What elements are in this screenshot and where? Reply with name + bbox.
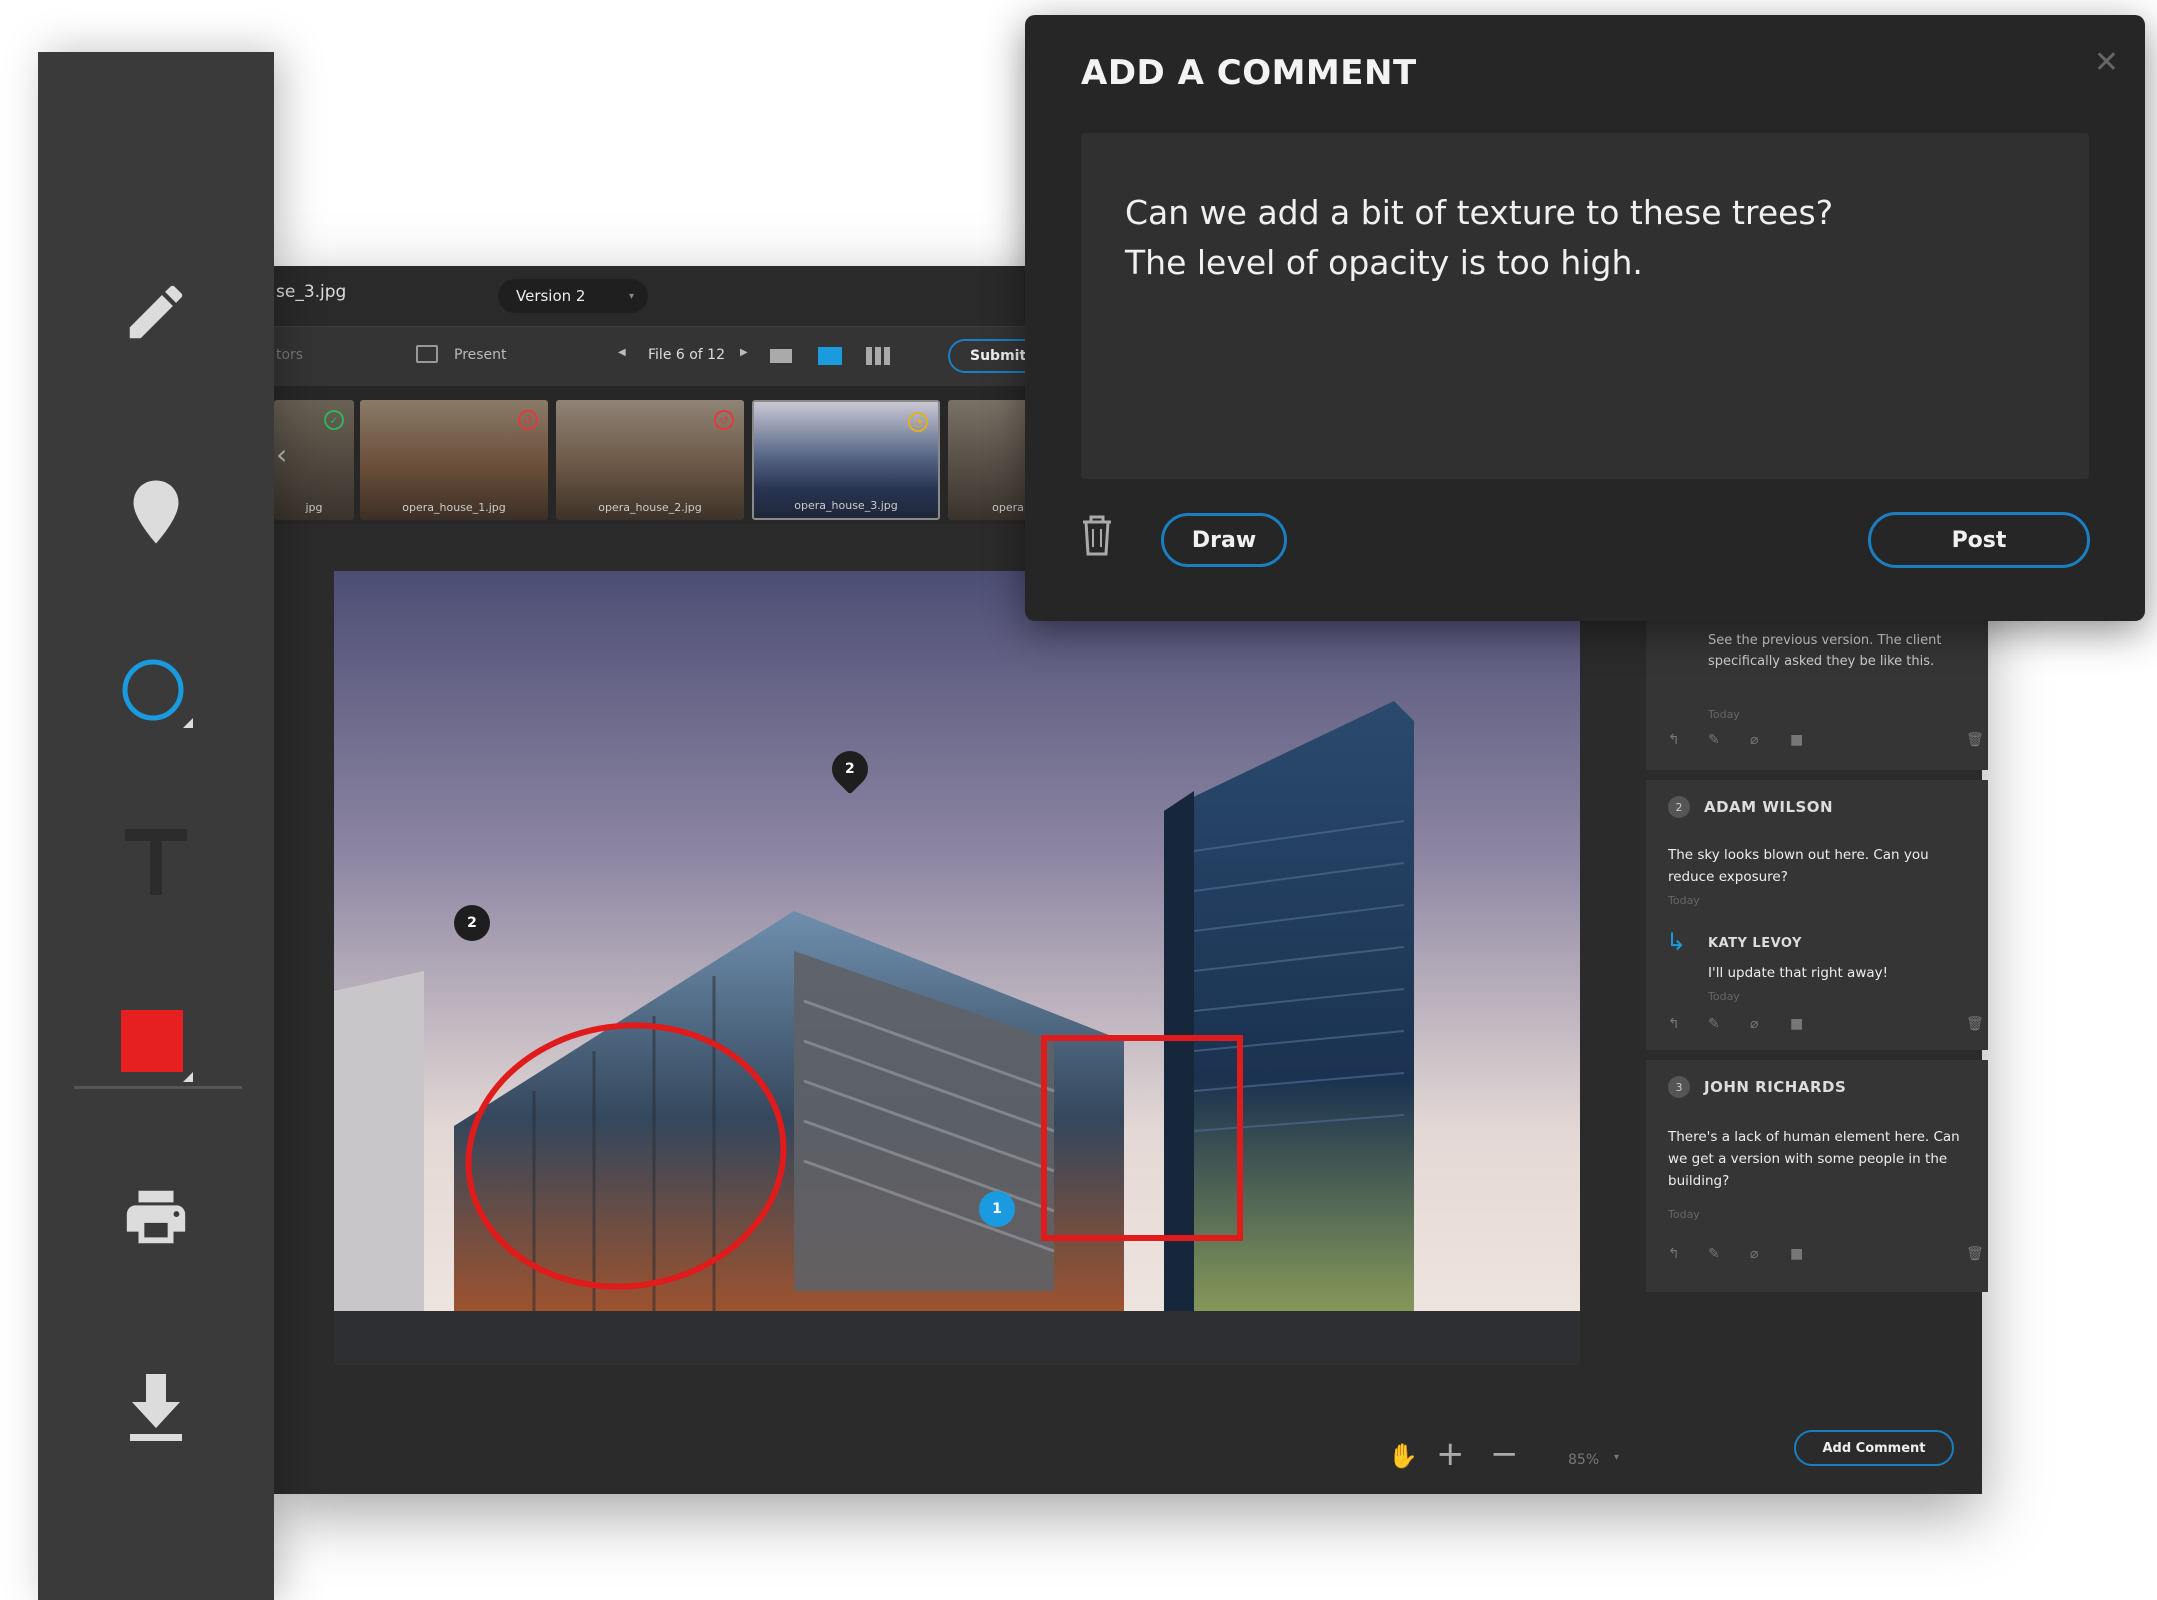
print-icon[interactable]	[38, 1172, 274, 1262]
comment-pin[interactable]: 2	[454, 905, 490, 941]
thumbnail[interactable]: ↺ opera_house_1.jpg	[360, 400, 548, 520]
reply-icon[interactable]: ↰	[1668, 732, 1680, 748]
zoom-in-icon[interactable]: +	[1436, 1434, 1465, 1474]
reply-author: KATY LEVOY	[1708, 936, 1802, 951]
hand-tool-icon[interactable]: ✋	[1388, 1442, 1418, 1470]
comment-text-line-2: The level of opacity is too high.	[1125, 243, 1643, 282]
comment-actions: ↰ ✎ ⌀ ■ 🗑	[1668, 1246, 1984, 1266]
comment-text: There's a lack of human element here. Ca…	[1668, 1129, 1960, 1189]
thumbnail-selected[interactable]: ◔ opera_house_3.jpg	[752, 400, 940, 520]
reply-icon[interactable]: ↰	[1668, 1246, 1680, 1262]
image-icon[interactable]: ■	[1790, 732, 1803, 748]
comment-card: 2 ADAM WILSON The sky looks blown out he…	[1646, 780, 1988, 1050]
map-pin-icon[interactable]	[38, 472, 274, 552]
dialog-title: ADD A COMMENT	[1081, 53, 1417, 93]
comment-text: See the previous version. The client spe…	[1708, 633, 1942, 669]
comment-actions: ↰ ✎ ⌀ ■ 🗑	[1668, 1016, 1984, 1036]
reply-arrow-icon: ↳	[1666, 928, 1687, 956]
chevron-down-icon[interactable]: ▾	[1614, 1452, 1619, 1463]
attach-icon[interactable]: ⌀	[1750, 732, 1758, 748]
comment-number: 3	[1668, 1076, 1690, 1098]
edit-icon[interactable]: ✎	[1708, 732, 1720, 748]
rejected-icon: ↺	[714, 410, 734, 430]
comment-author: ADAM WILSON	[1704, 798, 1834, 816]
present-icon[interactable]	[416, 345, 438, 363]
download-icon[interactable]	[38, 1362, 274, 1452]
submit-label: Submit	[970, 348, 1027, 364]
grid-view-icon[interactable]	[866, 347, 890, 365]
next-file-icon[interactable]: ▶	[740, 347, 748, 358]
pencil-icon[interactable]	[38, 272, 274, 352]
delete-icon[interactable]: 🗑	[1966, 732, 1984, 748]
annotation-toolbar	[38, 52, 274, 1600]
comment-number: 2	[1668, 796, 1690, 818]
comment-card: 3 JOHN RICHARDS There's a lack of human …	[1646, 1060, 1988, 1292]
post-button[interactable]: Post	[1868, 512, 2090, 568]
text-icon[interactable]	[38, 822, 274, 902]
thumbnail[interactable]: ↺ opera_house_2.jpg	[556, 400, 744, 520]
add-comment-dialog: ADD A COMMENT ✕ Can we add a bit of text…	[1025, 15, 2145, 621]
rejected-icon: ↺	[518, 410, 538, 430]
trash-icon[interactable]	[1077, 512, 1117, 562]
version-label: Version 2	[516, 287, 586, 305]
edit-icon[interactable]: ✎	[1708, 1016, 1720, 1032]
circle-icon[interactable]	[38, 648, 274, 738]
draw-button[interactable]: Draw	[1161, 513, 1287, 567]
draw-label: Draw	[1191, 527, 1257, 553]
zoom-level[interactable]: 85%	[1568, 1452, 1599, 1468]
reply-time: Today	[1708, 990, 1740, 1003]
comment-time: Today	[1668, 1208, 1700, 1221]
review-image[interactable]: 2 2 1	[334, 571, 1580, 1365]
nav-left-label[interactable]: tors	[276, 347, 303, 363]
attach-icon[interactable]: ⌀	[1750, 1016, 1758, 1032]
delete-icon[interactable]: 🗑	[1966, 1246, 1984, 1262]
present-button[interactable]: Present	[454, 347, 507, 363]
version-select[interactable]: Version 2 ▾	[498, 279, 648, 313]
delete-icon[interactable]: 🗑	[1966, 1016, 1984, 1032]
comment-time: Today	[1708, 708, 1740, 721]
toolbar-divider	[74, 1086, 242, 1089]
filmstrip-view-icon[interactable]	[818, 347, 842, 365]
image-icon[interactable]: ■	[1790, 1246, 1803, 1262]
reply-icon[interactable]: ↰	[1668, 1016, 1680, 1032]
attach-icon[interactable]: ⌀	[1750, 1246, 1758, 1262]
comment-textarea[interactable]: Can we add a bit of texture to these tre…	[1081, 133, 2089, 479]
chevron-down-icon: ▾	[628, 290, 634, 302]
edit-icon[interactable]: ✎	[1708, 1246, 1720, 1262]
thumbnail-caption: opera_house_2.jpg	[598, 501, 702, 514]
post-label: Post	[1951, 527, 2007, 553]
comment-pin-active[interactable]: 1	[979, 1191, 1015, 1227]
pin-number: 2	[845, 761, 855, 777]
comment-text: The sky looks blown out here. Can you re…	[1668, 847, 1929, 885]
thumbnail-caption: opera_house_3.jpg	[794, 499, 898, 512]
color-swatch[interactable]	[38, 1002, 274, 1092]
comment-actions: ↰ ✎ ⌀ ■ 🗑	[1668, 732, 1984, 752]
thumbnail-caption: opera_house_1.jpg	[402, 501, 506, 514]
add-comment-label: Add Comment	[1822, 1440, 1926, 1456]
comment-time: Today	[1668, 894, 1700, 907]
pending-icon: ◔	[908, 412, 928, 432]
approved-icon: ✓	[324, 410, 344, 430]
reply-text: I'll update that right away!	[1708, 965, 1889, 981]
add-comment-button[interactable]: Add Comment	[1794, 1430, 1954, 1466]
file-counter: File 6 of 12	[648, 347, 725, 363]
zoom-out-icon[interactable]: −	[1490, 1434, 1519, 1474]
file-name: se_3.jpg	[276, 282, 347, 302]
chevron-left-icon[interactable]: ‹	[276, 438, 287, 471]
comment-text-line-1: Can we add a bit of texture to these tre…	[1125, 193, 1834, 232]
comment-sidebar: See the previous version. The client spe…	[1634, 524, 1988, 1494]
prev-file-icon[interactable]: ◀	[618, 347, 626, 358]
image-icon[interactable]: ■	[1790, 1016, 1803, 1032]
single-view-icon[interactable]	[770, 349, 792, 363]
comment-author: JOHN RICHARDS	[1704, 1078, 1847, 1096]
thumbnail-caption: jpg	[305, 501, 323, 514]
close-icon[interactable]: ✕	[2094, 45, 2119, 80]
